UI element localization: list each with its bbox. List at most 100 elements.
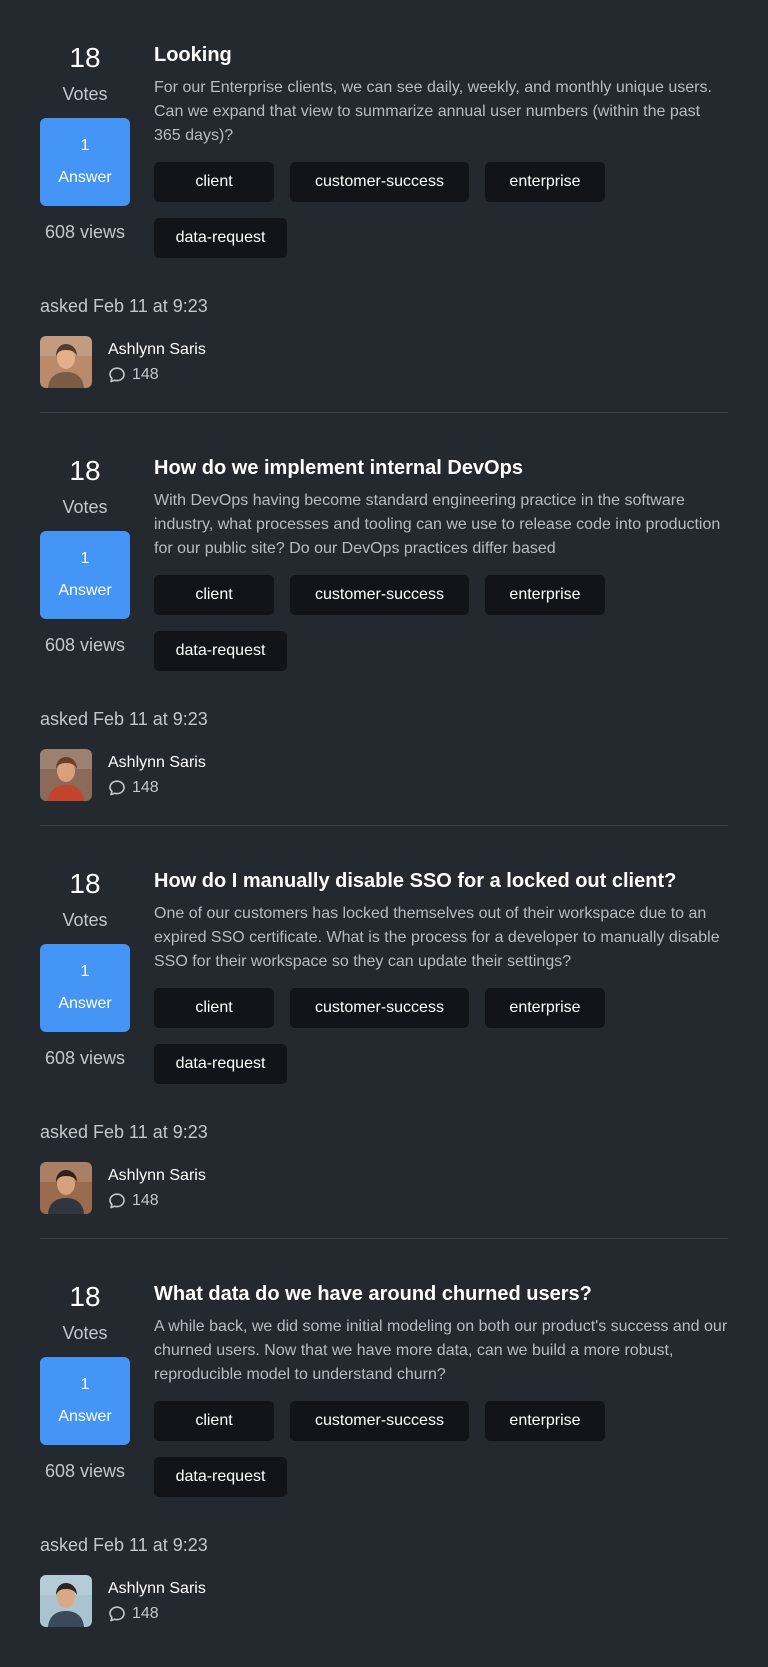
tag-list: client customer-success enterprise data-req… [154, 575, 624, 687]
tag-customer-success[interactable]: customer-success [290, 162, 469, 202]
author-info: Ashlynn Saris 148 [108, 752, 206, 798]
comment-count: 148 [108, 365, 206, 385]
tag-customer-success[interactable]: customer-success [290, 1401, 469, 1441]
answer-count: 1 [80, 963, 90, 980]
tag-data-request[interactable]: data-request [154, 631, 287, 671]
vote-label: Votes [62, 910, 108, 930]
author-info: Ashlynn Saris 148 [108, 1578, 206, 1624]
author-block: Ashlynn Saris 148 [40, 336, 206, 388]
tag-enterprise[interactable]: enterprise [485, 162, 605, 202]
author-info: Ashlynn Saris 148 [108, 339, 206, 385]
tag-client[interactable]: client [154, 1401, 274, 1441]
author-name-link[interactable]: Ashlynn Saris [108, 339, 206, 361]
question-body: Looking For our Enterprise clients, we c… [154, 42, 728, 274]
avatar[interactable] [40, 749, 92, 801]
answer-label: Answer [58, 995, 112, 1012]
question-title-link[interactable]: Looking [154, 42, 728, 68]
answer-label: Answer [58, 582, 112, 599]
comment-count-value: 148 [132, 1605, 159, 1622]
question-stats: 18 Votes 1 Answer 608 views [40, 455, 130, 657]
answers-button[interactable]: 1 Answer [40, 1357, 130, 1445]
question-body: How do we implement internal DevOps With… [154, 455, 728, 687]
question-top: 18 Votes 1 Answer 608 views Looking For … [40, 42, 728, 274]
comment-bubble-icon [108, 779, 126, 797]
tag-enterprise[interactable]: enterprise [485, 988, 605, 1028]
comment-count-value: 148 [132, 779, 159, 796]
comment-count: 148 [108, 1604, 206, 1624]
answer-label: Answer [58, 169, 112, 186]
question-card: 18 Votes 1 Answer 608 views How do we im… [40, 413, 728, 826]
tag-data-request[interactable]: data-request [154, 1457, 287, 1497]
author-block: Ashlynn Saris 148 [40, 749, 206, 801]
tag-client[interactable]: client [154, 988, 274, 1028]
asked-timestamp: asked Feb 11 at 9:23 [40, 1535, 208, 1555]
question-top: 18 Votes 1 Answer 608 views What data do… [40, 1281, 728, 1513]
tag-customer-success[interactable]: customer-success [290, 575, 469, 615]
question-stats: 18 Votes 1 Answer 608 views [40, 42, 130, 244]
answer-count: 1 [80, 137, 90, 154]
question-card: 18 Votes 1 Answer 608 views How do I man… [40, 826, 728, 1239]
vote-count: 18 [69, 868, 101, 899]
question-excerpt: One of our customers has locked themselv… [154, 905, 720, 970]
question-title-link[interactable]: How do I manually disable SSO for a lock… [154, 868, 728, 894]
answers-button[interactable]: 1 Answer [40, 118, 130, 206]
question-top: 18 Votes 1 Answer 608 views How do I man… [40, 868, 728, 1100]
comment-count: 148 [108, 778, 206, 798]
author-name-link[interactable]: Ashlynn Saris [108, 1165, 206, 1187]
question-body: What data do we have around churned user… [154, 1281, 728, 1513]
comment-count-value: 148 [132, 1192, 159, 1209]
question-excerpt: For our Enterprise clients, we can see d… [154, 79, 712, 144]
vote-label: Votes [62, 1323, 108, 1343]
avatar[interactable] [40, 336, 92, 388]
comment-bubble-icon [108, 1192, 126, 1210]
tag-data-request[interactable]: data-request [154, 218, 287, 258]
comment-count: 148 [108, 1191, 206, 1211]
question-card: 18 Votes 1 Answer 608 views Looking For … [40, 0, 728, 413]
asked-timestamp: asked Feb 11 at 9:23 [40, 296, 208, 316]
answers-button[interactable]: 1 Answer [40, 531, 130, 619]
answers-button[interactable]: 1 Answer [40, 944, 130, 1032]
question-top: 18 Votes 1 Answer 608 views How do we im… [40, 455, 728, 687]
vote-label: Votes [62, 84, 108, 104]
tag-client[interactable]: client [154, 575, 274, 615]
author-name-link[interactable]: Ashlynn Saris [108, 752, 206, 774]
tag-client[interactable]: client [154, 162, 274, 202]
view-count: 608 views [44, 635, 126, 655]
avatar[interactable] [40, 1162, 92, 1214]
tag-enterprise[interactable]: enterprise [485, 1401, 605, 1441]
question-stats: 18 Votes 1 Answer 608 views [40, 1281, 130, 1483]
question-stats: 18 Votes 1 Answer 608 views [40, 868, 130, 1070]
view-count: 608 views [44, 1048, 126, 1068]
comment-bubble-icon [108, 366, 126, 384]
vote-count: 18 [69, 42, 101, 73]
tag-list: client customer-success enterprise data-req… [154, 162, 624, 274]
vote-label: Votes [62, 497, 108, 517]
vote-count: 18 [69, 455, 101, 486]
author-block: Ashlynn Saris 148 [40, 1162, 206, 1214]
tag-data-request[interactable]: data-request [154, 1044, 287, 1084]
author-info: Ashlynn Saris 148 [108, 1165, 206, 1211]
comment-bubble-icon [108, 1605, 126, 1623]
question-title-link[interactable]: What data do we have around churned user… [154, 1281, 728, 1307]
question-feed: 18 Votes 1 Answer 608 views Looking For … [0, 0, 768, 1652]
answer-count: 1 [80, 1376, 90, 1393]
question-excerpt: A while back, we did some initial modeli… [154, 1318, 728, 1383]
tag-list: client customer-success enterprise data-req… [154, 988, 624, 1100]
question-card: 18 Votes 1 Answer 608 views What data do… [40, 1239, 728, 1652]
author-block: Ashlynn Saris 148 [40, 1575, 206, 1627]
answer-label: Answer [58, 1408, 112, 1425]
vote-count: 18 [69, 1281, 101, 1312]
tag-list: client customer-success enterprise data-req… [154, 1401, 624, 1513]
asked-timestamp: asked Feb 11 at 9:23 [40, 1122, 208, 1142]
answer-count: 1 [80, 550, 90, 567]
tag-customer-success[interactable]: customer-success [290, 988, 469, 1028]
avatar[interactable] [40, 1575, 92, 1627]
question-title-link[interactable]: How do we implement internal DevOps [154, 455, 728, 481]
question-excerpt: With DevOps having become standard engin… [154, 492, 721, 557]
tag-enterprise[interactable]: enterprise [485, 575, 605, 615]
view-count: 608 views [44, 222, 126, 242]
author-name-link[interactable]: Ashlynn Saris [108, 1578, 206, 1600]
asked-timestamp: asked Feb 11 at 9:23 [40, 709, 208, 729]
comment-count-value: 148 [132, 366, 159, 383]
question-body: How do I manually disable SSO for a lock… [154, 868, 728, 1100]
